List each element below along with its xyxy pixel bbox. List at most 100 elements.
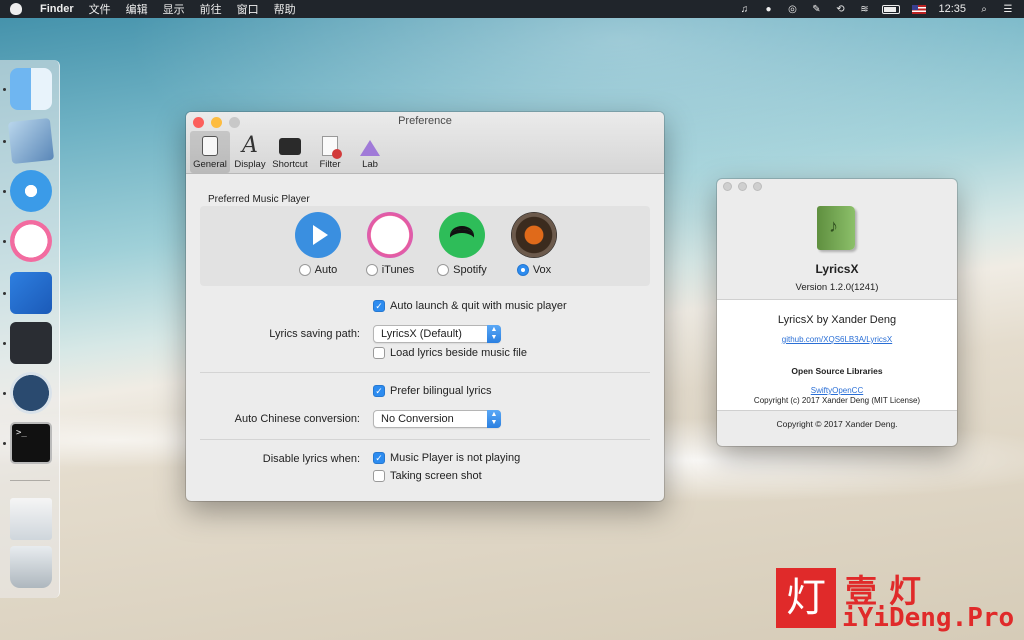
menu-view[interactable]: 显示 xyxy=(163,1,185,17)
chevron-updown-icon: ▲ ▼ xyxy=(487,410,501,428)
tab-filter-label: Filter xyxy=(319,159,341,170)
dock-running-indicator xyxy=(3,88,6,91)
prefer-bilingual-checkbox[interactable]: ✓ xyxy=(373,385,385,397)
sketch-icon[interactable] xyxy=(10,322,52,364)
itunes-icon[interactable] xyxy=(10,220,52,262)
preference-titlebar[interactable]: Preference General A Display Shortcut Fi… xyxy=(186,112,664,174)
preference-window: Preference General A Display Shortcut Fi… xyxy=(186,112,664,501)
wifi-icon[interactable]: ≋ xyxy=(858,4,870,15)
dock-running-indicator xyxy=(3,292,6,295)
tab-filter[interactable]: Filter xyxy=(310,131,350,173)
player-selector: Auto iTunes Spotify Vox xyxy=(200,206,650,286)
filter-icon xyxy=(322,136,342,159)
terminal-icon[interactable]: >_ xyxy=(10,422,52,464)
libraries-heading: Open Source Libraries xyxy=(791,366,883,376)
player-vox-radio[interactable] xyxy=(516,264,529,276)
player-itunes[interactable]: iTunes xyxy=(355,208,425,276)
menu-bar: Finder 文件 编辑 显示 前往 窗口 帮助 ♫ ● ◎ ✎ ⟲ ≋ 12:… xyxy=(0,0,1024,18)
load-beside-option[interactable]: Load lyrics beside music file xyxy=(373,347,527,359)
auto-launch-checkbox[interactable]: ✓ xyxy=(373,300,385,312)
about-version: Version 1.2.0(1241) xyxy=(795,282,879,293)
finder-icon[interactable] xyxy=(10,68,52,110)
safari-icon[interactable] xyxy=(10,170,52,212)
chinese-conversion-value: No Conversion xyxy=(381,413,454,425)
tab-general[interactable]: General xyxy=(190,131,230,173)
not-playing-option[interactable]: ✓ Music Player is not playing xyxy=(373,452,520,464)
saving-path-select[interactable]: LyricsX (Default) ▲ ▼ xyxy=(373,325,501,343)
dock: >_ xyxy=(0,60,60,598)
auto-launch-label: Auto launch & quit with music player xyxy=(390,300,567,312)
trash-icon[interactable] xyxy=(10,546,52,588)
input-source-flag-icon[interactable] xyxy=(912,4,927,14)
preference-toolbar: General A Display Shortcut Filter Lab xyxy=(190,131,390,173)
player-vox[interactable]: Vox xyxy=(499,208,569,276)
dock-separator xyxy=(10,480,50,481)
about-zoom-button[interactable] xyxy=(753,182,762,191)
search-menu-icon[interactable]: ◎ xyxy=(786,4,798,15)
dock-running-indicator xyxy=(3,442,6,445)
tab-shortcut-label: Shortcut xyxy=(272,159,308,170)
menu-help[interactable]: 帮助 xyxy=(274,1,296,17)
screenshot-label: Taking screen shot xyxy=(390,470,482,482)
screenshot-checkbox[interactable] xyxy=(373,470,385,482)
window-title: Preference xyxy=(398,115,452,127)
dock-running-indicator xyxy=(3,240,6,243)
dock-running-indicator xyxy=(3,342,6,345)
display-icon: A xyxy=(242,133,258,158)
watermark-site: iYiDeng.Pro xyxy=(842,603,1015,633)
general-icon xyxy=(202,136,218,156)
auto-launch-option[interactable]: ✓ Auto launch & quit with music player xyxy=(373,300,567,312)
library-link[interactable]: SwiftyOpenCC xyxy=(717,386,957,395)
not-playing-checkbox[interactable]: ✓ xyxy=(373,452,385,464)
player-spotify-radio[interactable] xyxy=(437,264,450,276)
player-itunes-label: iTunes xyxy=(381,264,415,276)
chinese-conversion-select[interactable]: No Conversion ▲ ▼ xyxy=(373,410,501,428)
load-beside-checkbox[interactable] xyxy=(373,347,385,359)
section-divider xyxy=(200,439,650,440)
tool-icon[interactable]: ✎ xyxy=(810,4,822,15)
repo-link[interactable]: github.com/XQS6LB3A/LyricsX xyxy=(717,335,957,344)
preferred-player-label: Preferred Music Player xyxy=(208,194,310,205)
battery-icon[interactable] xyxy=(882,4,901,14)
player-spotify[interactable]: Spotify xyxy=(427,208,497,276)
dock-running-indicator xyxy=(3,140,6,143)
menu-go[interactable]: 前往 xyxy=(200,1,222,17)
chinese-conversion-label: Auto Chinese conversion: xyxy=(234,413,360,425)
tab-lab-label: Lab xyxy=(362,159,378,170)
menu-file[interactable]: 文件 xyxy=(89,1,111,17)
player-itunes-radio[interactable] xyxy=(365,264,378,276)
menu-window[interactable]: 窗口 xyxy=(237,1,259,17)
apple-menu-icon[interactable] xyxy=(10,3,22,15)
documents-stack-icon[interactable] xyxy=(10,498,52,540)
about-minimize-button[interactable] xyxy=(738,182,747,191)
status-icon-2[interactable]: ● xyxy=(762,4,774,15)
sourcetree-icon[interactable] xyxy=(10,372,52,414)
itunes-player-icon xyxy=(367,212,413,258)
play-icon xyxy=(295,212,341,258)
clock[interactable]: 12:35 xyxy=(938,3,966,15)
player-auto[interactable]: Auto xyxy=(283,208,353,276)
menu-edit[interactable]: 编辑 xyxy=(126,1,148,17)
about-close-button[interactable] xyxy=(723,182,732,191)
spotlight-search-icon[interactable]: ⌕ xyxy=(978,4,990,15)
about-titlebar[interactable] xyxy=(717,179,957,195)
preview-icon[interactable] xyxy=(7,117,55,165)
music-note-icon[interactable]: ♫ xyxy=(738,4,750,15)
player-vox-label: Vox xyxy=(532,264,552,276)
menu-app-name[interactable]: Finder xyxy=(40,3,74,15)
tab-display[interactable]: A Display xyxy=(230,131,270,173)
prefer-bilingual-option[interactable]: ✓ Prefer bilingual lyrics xyxy=(373,385,491,397)
tab-shortcut[interactable]: Shortcut xyxy=(270,131,310,173)
notification-center-icon[interactable]: ☰ xyxy=(1002,4,1014,15)
tab-lab[interactable]: Lab xyxy=(350,131,390,173)
screenshot-option[interactable]: Taking screen shot xyxy=(373,470,482,482)
player-auto-radio[interactable] xyxy=(298,264,311,276)
vox-icon xyxy=(511,212,557,258)
about-app-name: LyricsX xyxy=(815,262,859,276)
time-machine-icon[interactable]: ⟲ xyxy=(834,4,846,15)
saving-path-value: LyricsX (Default) xyxy=(381,328,462,340)
library-license: Copyright (c) 2017 Xander Deng (MIT Lice… xyxy=(753,396,921,405)
dock-running-indicator xyxy=(3,190,6,193)
xcode-icon[interactable] xyxy=(10,272,52,314)
about-author: LyricsX by Xander Deng xyxy=(777,314,897,326)
